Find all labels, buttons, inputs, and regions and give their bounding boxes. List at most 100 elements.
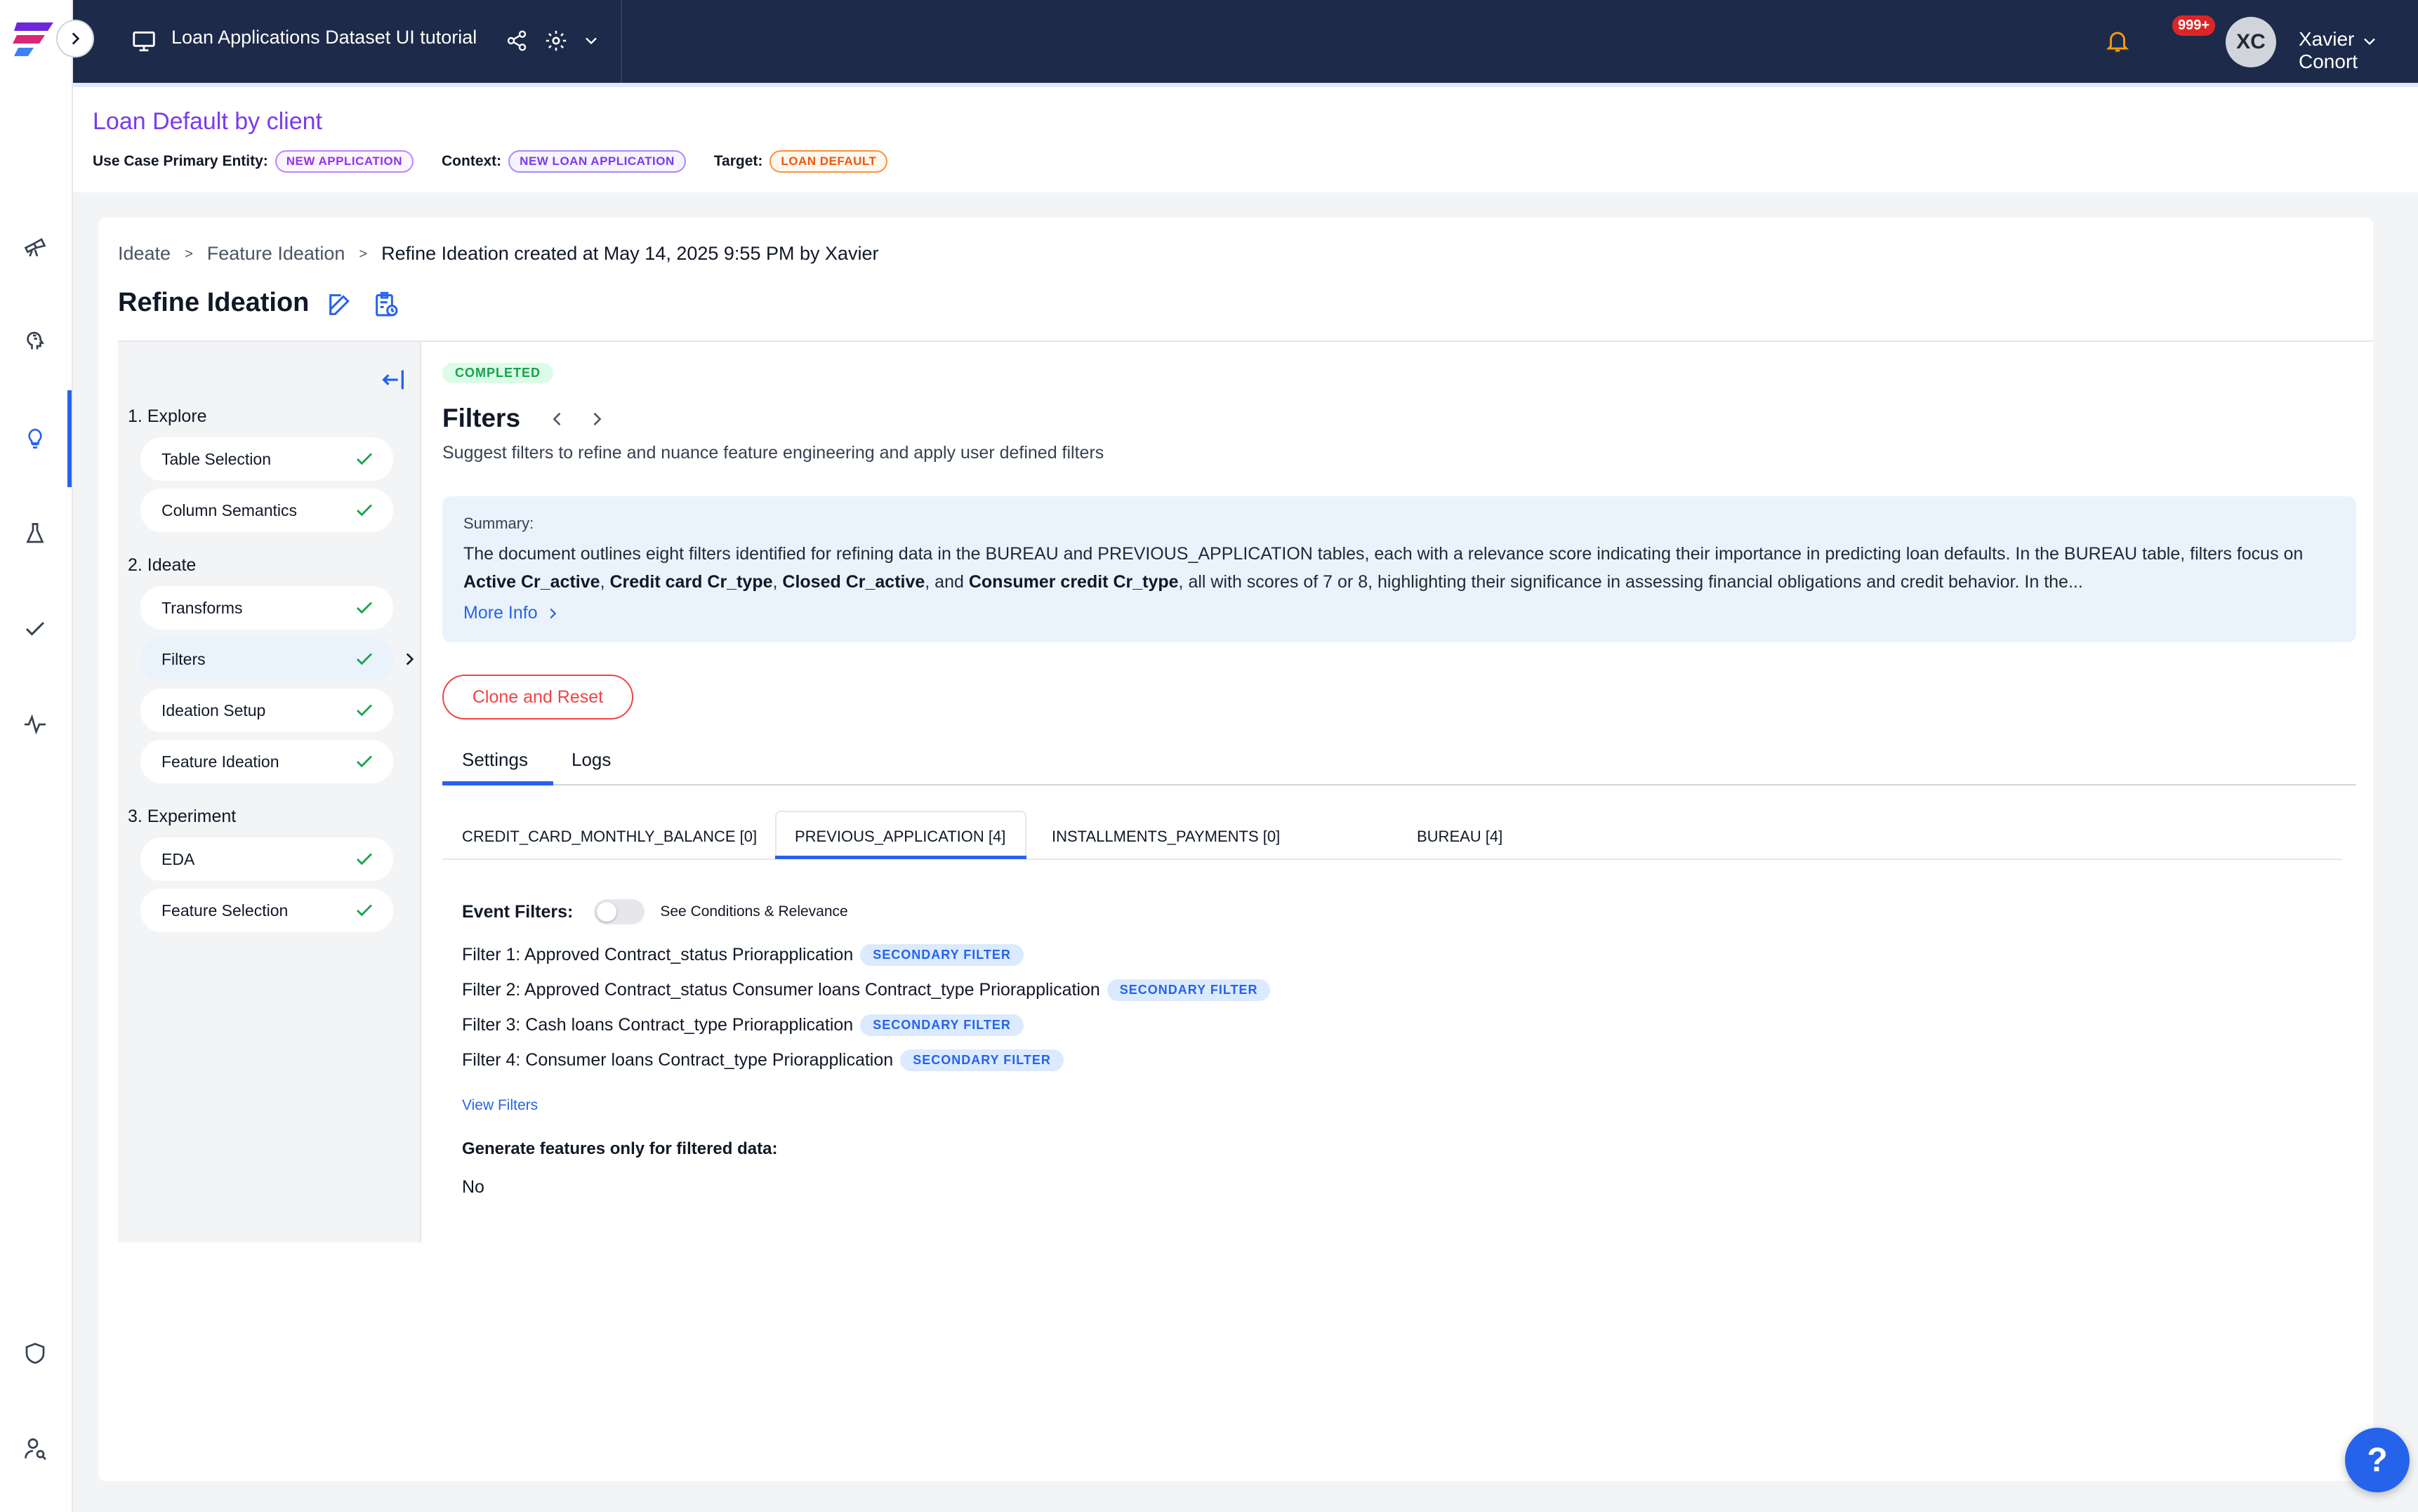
step-transforms[interactable]: Transforms xyxy=(140,586,393,630)
collapse-panel-icon[interactable] xyxy=(379,366,407,394)
avatar[interactable]: XC xyxy=(2226,17,2276,67)
edit-icon[interactable] xyxy=(326,291,354,319)
use-case-meta: Use Case Primary Entity: NEW APPLICATION… xyxy=(93,150,916,173)
explore-nav-icon[interactable] xyxy=(15,226,55,265)
secondary-filter-badge: SECONDARY FILTER xyxy=(860,1014,1024,1036)
step-filters[interactable]: Filters xyxy=(140,637,393,681)
secondary-filter-badge: SECONDARY FILTER xyxy=(860,944,1024,966)
flask-nav-icon[interactable] xyxy=(15,514,55,553)
notification-badge: 999+ xyxy=(2172,15,2216,36)
summary-label: Summary: xyxy=(463,515,534,532)
sidebar-expand-button[interactable] xyxy=(56,20,94,58)
gear-icon[interactable] xyxy=(542,27,570,55)
chevron-down-icon[interactable] xyxy=(579,28,604,53)
lightbulb-nav-icon[interactable] xyxy=(15,418,55,458)
help-button[interactable]: ? xyxy=(2345,1428,2410,1492)
breadcrumb-separator: > xyxy=(359,246,368,262)
step-eda[interactable]: EDA xyxy=(140,837,393,881)
check-icon xyxy=(357,755,372,768)
activity-nav-icon[interactable] xyxy=(15,705,55,744)
tab-bureau[interactable]: BUREAU [4] xyxy=(1417,828,1502,846)
tab-settings[interactable]: Settings xyxy=(462,749,528,771)
summary-part: The document outlines eight filters iden… xyxy=(463,544,2304,564)
view-filters-link[interactable]: View Filters xyxy=(462,1097,538,1114)
tab-logs[interactable]: Logs xyxy=(572,749,611,771)
chevron-right-icon xyxy=(550,608,556,618)
use-case-title[interactable]: Loan Default by client xyxy=(93,108,322,135)
user-menu-chevron-icon[interactable] xyxy=(2358,29,2381,53)
left-sidebar xyxy=(0,0,73,1512)
filter-item: Filter 3: Cash loans Contract_type Prior… xyxy=(462,1014,1024,1036)
check-icon xyxy=(357,453,372,465)
target-pill[interactable]: LOAN DEFAULT xyxy=(769,150,888,173)
check-icon xyxy=(357,653,372,665)
check-icon xyxy=(357,704,372,717)
summary-part: , and xyxy=(925,572,969,592)
tab-credit-card-monthly-balance[interactable]: CREDIT_CARD_MONTHLY_BALANCE [0] xyxy=(462,828,757,846)
filter-item: Filter 4: Consumer loans Contract_type P… xyxy=(462,1049,1064,1071)
step-label: Table Selection xyxy=(161,449,271,468)
step-feature-selection[interactable]: Feature Selection xyxy=(140,889,393,932)
summary-part: , all with scores of 7 or 8, highlightin… xyxy=(1178,572,2083,592)
filter-item: Filter 1: Approved Contract_status Prior… xyxy=(462,944,1024,966)
table-tabs: CREDIT_CARD_MONTHLY_BALANCE [0] PREVIOUS… xyxy=(442,811,2342,860)
main-card: Ideate > Feature Ideation > Refine Ideat… xyxy=(98,218,2373,1481)
step-ideation-setup[interactable]: Ideation Setup xyxy=(140,689,393,732)
secondary-filter-badge: SECONDARY FILTER xyxy=(900,1049,1064,1071)
generate-filtered-label: Generate features only for filtered data… xyxy=(462,1139,778,1158)
breadcrumb-item-feature-ideation[interactable]: Feature Ideation xyxy=(207,243,345,265)
more-info-label: More Info xyxy=(463,603,538,623)
context-pill[interactable]: NEW LOAN APPLICATION xyxy=(508,150,686,173)
brain-nav-icon[interactable] xyxy=(15,320,55,359)
conditions-toggle[interactable] xyxy=(594,899,645,924)
steps-panel: 1. Explore Table Selection Column Semant… xyxy=(118,342,421,1242)
chevron-right-icon[interactable] xyxy=(587,409,607,429)
section-subtitle: Suggest filters to refine and nuance fea… xyxy=(442,443,1104,463)
bell-icon[interactable] xyxy=(2102,25,2133,56)
target-label: Target: xyxy=(713,153,763,169)
clipboard-clock-icon[interactable] xyxy=(372,291,400,319)
clone-and-reset-button[interactable]: Clone and Reset xyxy=(442,675,633,719)
step-column-semantics[interactable]: Column Semantics xyxy=(140,489,393,532)
summary-bold: Consumer credit Cr_type xyxy=(968,572,1179,592)
event-filters-row: Event Filters: See Conditions & Relevanc… xyxy=(462,899,848,924)
summary-bold: Closed Cr_active xyxy=(782,572,925,592)
step-table-selection[interactable]: Table Selection xyxy=(140,437,393,481)
page-title: Refine Ideation xyxy=(118,288,310,317)
filter-text: Filter 2: Approved Contract_status Consu… xyxy=(462,980,1100,1000)
use-case-header: Loan Default by client Use Case Primary … xyxy=(73,83,2418,192)
step-label: Transforms xyxy=(161,598,243,617)
step-label: Feature Ideation xyxy=(161,752,279,771)
breadcrumb: Ideate > Feature Ideation > Refine Ideat… xyxy=(118,243,879,265)
more-info-link[interactable]: More Info xyxy=(463,603,2335,623)
step-label: Ideation Setup xyxy=(161,701,266,719)
check-icon xyxy=(357,504,372,517)
breadcrumb-item-ideate[interactable]: Ideate xyxy=(118,243,171,265)
catalog-title[interactable]: Loan Applications Dataset UI tutorial xyxy=(171,27,477,48)
section-ideate: 2. Ideate xyxy=(128,555,197,575)
chevron-left-icon[interactable] xyxy=(548,409,567,429)
nav-active-indicator xyxy=(67,390,72,487)
check-nav-icon[interactable] xyxy=(15,609,55,649)
summary-bold: Credit card Cr_type xyxy=(609,572,773,592)
user-search-nav-icon[interactable] xyxy=(15,1429,55,1468)
check-icon xyxy=(357,904,372,917)
see-conditions-label: See Conditions & Relevance xyxy=(660,903,848,920)
tab-installments-payments[interactable]: INSTALLMENTS_PAYMENTS [0] xyxy=(1052,828,1280,846)
step-label: EDA xyxy=(161,849,195,868)
top-bar: Loan Applications Dataset UI tutorial 99… xyxy=(73,0,2418,83)
step-label: Feature Selection xyxy=(161,901,289,920)
tab-previous-application[interactable]: PREVIOUS_APPLICATION [4] xyxy=(795,828,1005,846)
settings-tabs: Settings Logs xyxy=(442,742,2356,785)
chevron-right-icon xyxy=(406,653,414,665)
app-logo-icon[interactable] xyxy=(13,15,58,60)
step-label: Filters xyxy=(161,649,206,668)
step-feature-ideation[interactable]: Feature Ideation xyxy=(140,740,393,783)
filter-text: Filter 4: Consumer loans Contract_type P… xyxy=(462,1050,894,1070)
check-icon xyxy=(357,602,372,614)
primary-entity-pill[interactable]: NEW APPLICATION xyxy=(275,150,414,173)
shield-nav-icon[interactable] xyxy=(15,1334,55,1373)
active-subtab-indicator xyxy=(775,856,1026,859)
summary-box: Summary: The document outlines eight fil… xyxy=(442,496,2356,642)
share-icon[interactable] xyxy=(503,27,531,55)
